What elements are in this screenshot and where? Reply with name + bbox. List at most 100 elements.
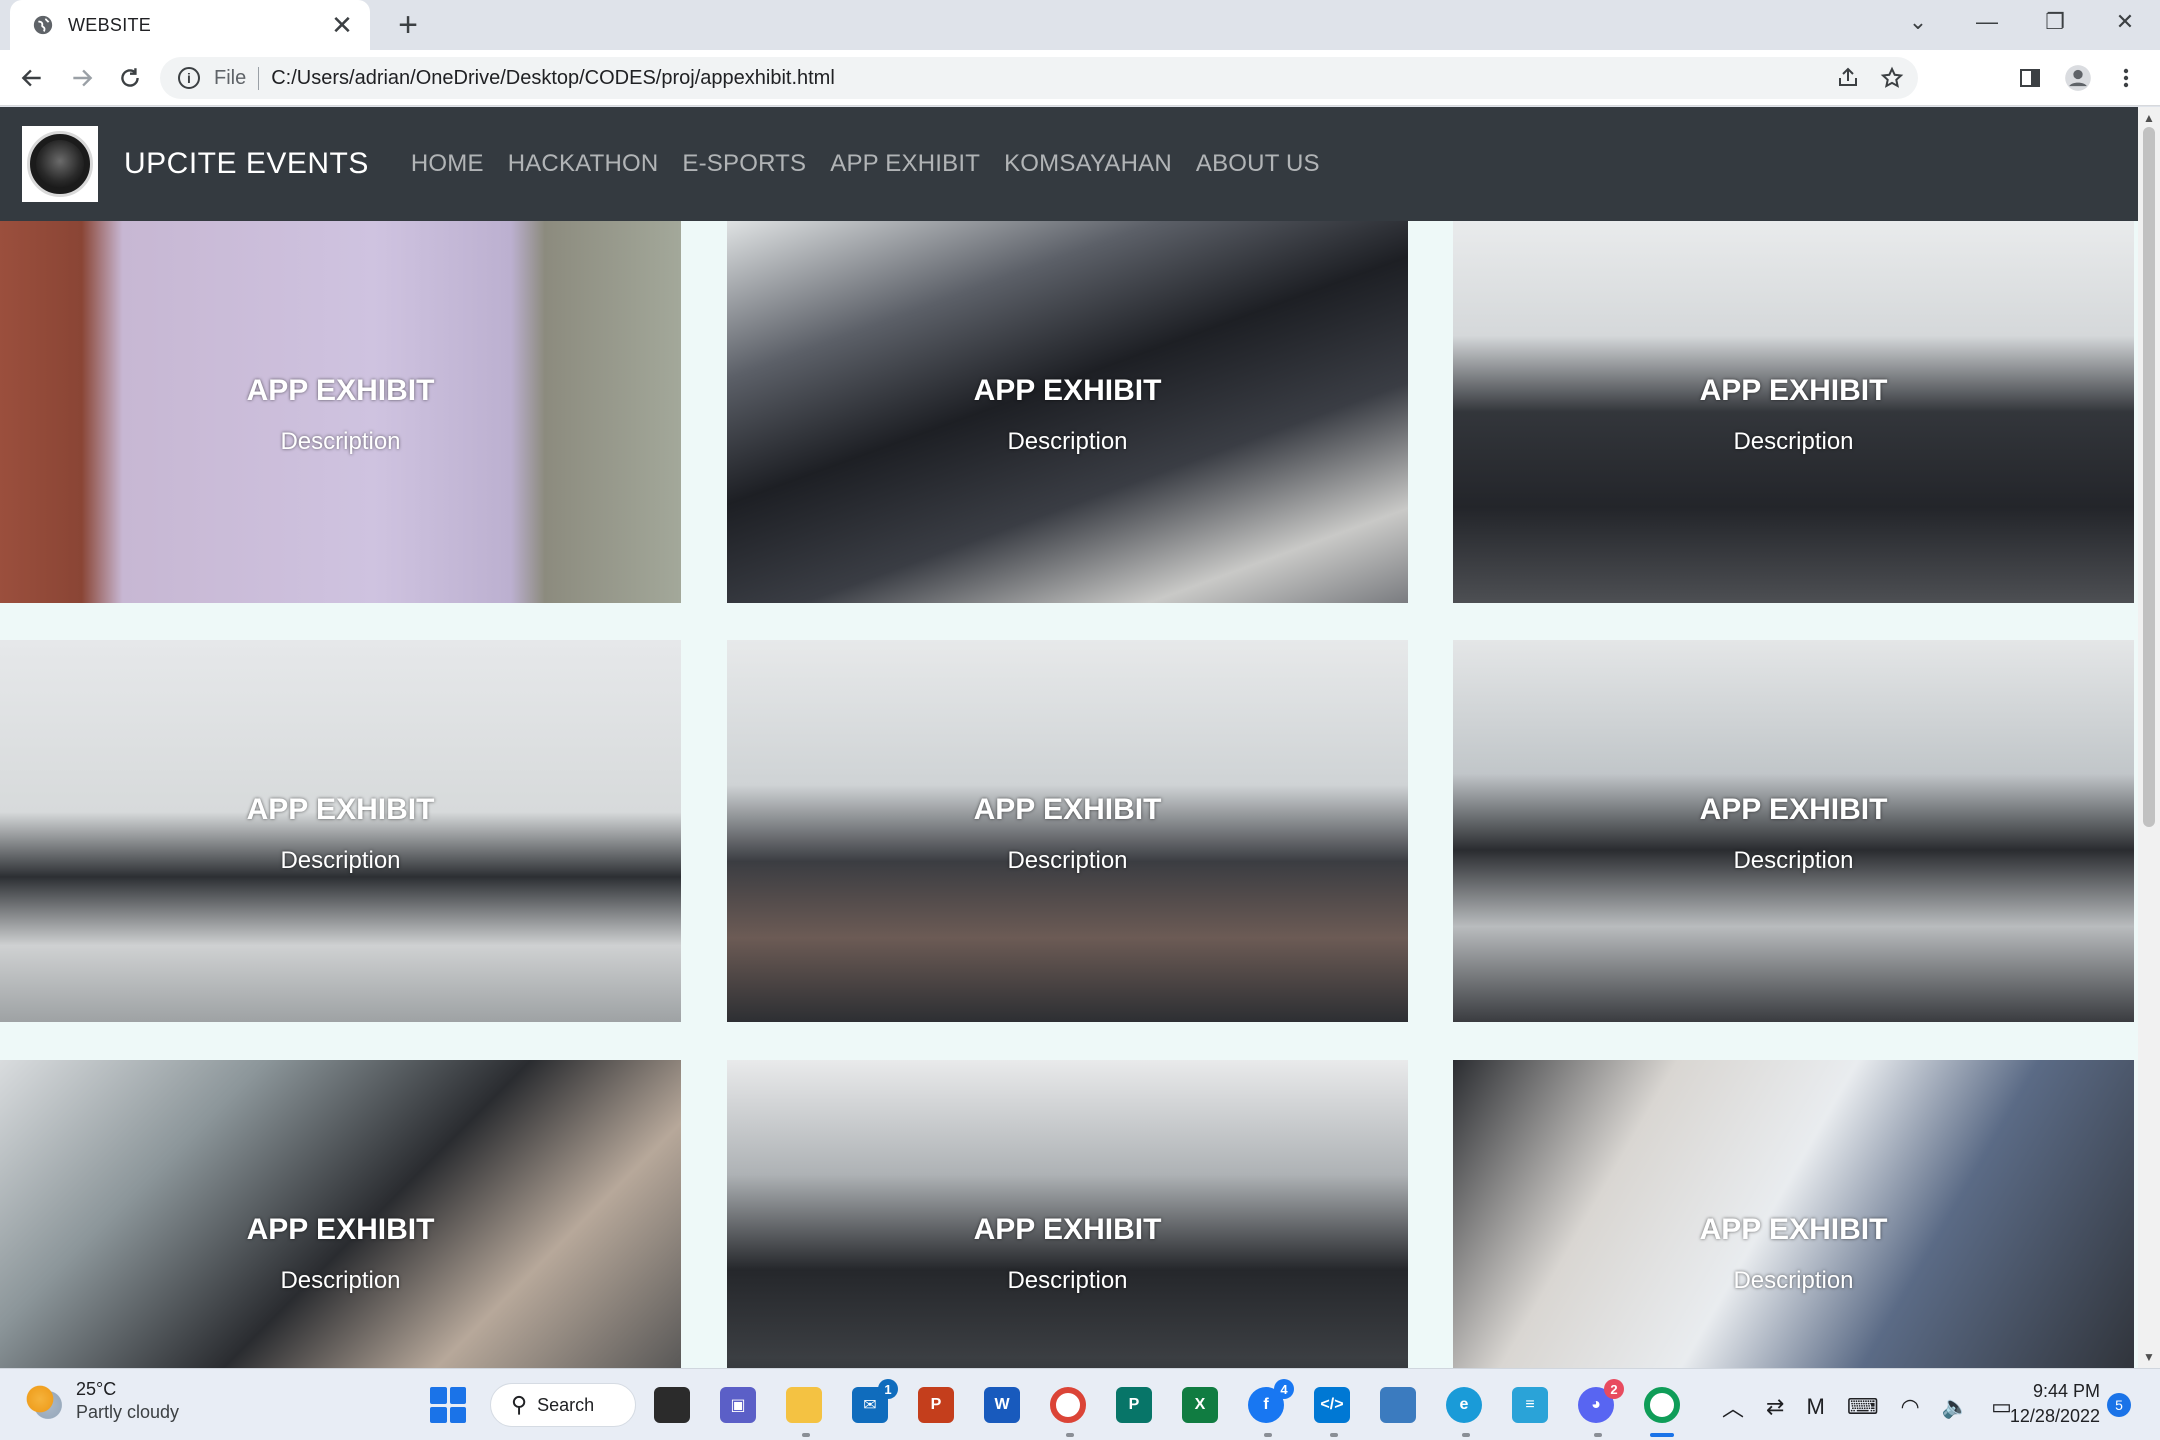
site-navbar: UPCITE EVENTS HOME HACKATHON E-SPORTS AP… [0,107,2138,221]
discord-badge: 2 [1604,1379,1624,1399]
card-title: APP EXHIBIT [973,1213,1162,1246]
scroll-thumb[interactable] [2143,127,2155,827]
terminal-app-icon[interactable] [1380,1387,1416,1423]
excel-icon[interactable]: X [1182,1387,1218,1423]
tab-search-icon[interactable]: ⌄ [1885,0,1951,44]
card-title: APP EXHIBIT [1699,374,1888,407]
minimize-button[interactable]: — [1954,0,2020,44]
tab-title: WEBSITE [68,14,152,35]
new-tab-button[interactable]: + [390,8,426,44]
active-indicator [1650,1433,1674,1437]
facebook-icon[interactable]: f 4 [1248,1379,1294,1423]
card-description: Description [1007,847,1128,874]
weather-widget[interactable]: 25°C Partly cloudy [24,1379,179,1423]
card-description: Description [280,847,401,874]
task-view-icon[interactable] [654,1387,690,1423]
card-description: Description [1733,1267,1854,1294]
nav-about-us[interactable]: ABOUT US [1196,150,1320,178]
word-icon[interactable]: W [984,1387,1020,1423]
mail-icon[interactable]: ✉ 1 [852,1379,898,1423]
running-indicator [1066,1433,1074,1437]
sync-arrows-icon[interactable]: ⇄ [1766,1394,1784,1420]
scroll-up-icon[interactable]: ▲ [2138,109,2160,127]
scroll-down-icon[interactable]: ▼ [2138,1348,2160,1366]
taskbar-clock[interactable]: 9:44 PM 12/28/2022 [2004,1381,2100,1427]
page-scrollbar[interactable]: ▲ ▼ [2138,107,2160,1368]
browser-tab-bar: WEBSITE ✕ + ⌄ — ❐ ✕ [0,0,2160,50]
globe-icon [33,15,53,35]
nav-hackathon[interactable]: HACKATHON [508,150,659,178]
running-indicator [1462,1433,1470,1437]
tab-close-icon[interactable]: ✕ [328,11,356,39]
notepad-icon[interactable]: ≡ [1512,1387,1548,1423]
publisher-icon[interactable]: P [1116,1387,1152,1423]
bookmark-star-icon[interactable] [1880,66,1904,90]
browser-toolbar: i File C:/Users/adrian/OneDrive/Desktop/… [0,50,2160,106]
volume-icon[interactable]: 🔈 [1942,1394,1969,1420]
search-icon: ⚲ [511,1392,528,1417]
start-windows-icon[interactable] [430,1387,466,1423]
chrome-icon[interactable] [1050,1387,1086,1423]
taskbar-search-label: Search [537,1394,595,1415]
running-indicator [1594,1433,1602,1437]
web-page: UPCITE EVENTS HOME HACKATHON E-SPORTS AP… [0,107,2138,1368]
running-indicator [1330,1433,1338,1437]
gallery-card[interactable]: APP EXHIBIT Description [0,640,681,1022]
gallery-card[interactable]: APP EXHIBIT Description [1453,640,2134,1022]
chrome-active-icon[interactable] [1644,1387,1680,1423]
back-icon[interactable] [14,60,50,96]
weather-temperature: 25°C [76,1379,117,1399]
card-title: APP EXHIBIT [246,793,435,826]
vscode-icon[interactable]: </> [1314,1387,1350,1423]
clock-time: 9:44 PM [2032,1381,2100,1401]
nav-komsayahan[interactable]: KOMSAYAHAN [1004,150,1172,178]
share-icon[interactable] [1836,66,1860,90]
card-title: APP EXHIBIT [1699,793,1888,826]
wifi-icon[interactable]: ◠ [1901,1394,1920,1420]
browser-tab[interactable]: WEBSITE ✕ [10,0,370,50]
card-description: Description [280,1267,401,1294]
profile-avatar-icon[interactable] [2060,60,2096,96]
url-text[interactable]: C:/Users/adrian/OneDrive/Desktop/CODES/p… [271,67,835,90]
close-window-button[interactable]: ✕ [2092,0,2158,44]
info-icon[interactable]: i [178,67,200,89]
gallery-card[interactable]: APP EXHIBIT Description [727,221,1408,603]
notification-badge[interactable]: 5 [2107,1393,2131,1417]
restore-button[interactable]: ❐ [2022,0,2088,44]
gmail-icon[interactable]: M [1806,1394,1824,1420]
gallery-card[interactable]: APP EXHIBIT Description [1453,221,2134,603]
powerpoint-icon[interactable]: P [918,1387,954,1423]
card-title: APP EXHIBIT [973,793,1162,826]
card-title: APP EXHIBIT [246,1213,435,1246]
gallery-card[interactable]: APP EXHIBIT Description [727,640,1408,1022]
edge-icon[interactable]: e [1446,1387,1482,1423]
brand-name[interactable]: UPCITE EVENTS [124,147,369,181]
forward-icon[interactable] [64,60,100,96]
card-title: APP EXHIBIT [973,374,1162,407]
running-indicator [802,1433,810,1437]
taskbar-search[interactable]: ⚲ Search [490,1383,636,1427]
chevron-up-icon[interactable]: ︿ [1722,1391,1744,1423]
keyboard-icon[interactable]: ⌨ [1847,1394,1879,1420]
card-description: Description [280,428,401,455]
gallery-card[interactable]: APP EXHIBIT Description [1453,1060,2134,1368]
nav-app-exhibit[interactable]: APP EXHIBIT [830,150,980,178]
nav-home[interactable]: HOME [411,150,484,178]
gallery-card[interactable]: APP EXHIBIT Description [0,1060,681,1368]
partly-cloudy-icon [24,1381,64,1421]
system-tray: ︿ ⇄ M ⌨ ◠ 🔈 ▭ [1722,1391,2012,1423]
card-description: Description [1007,428,1128,455]
teams-chat-icon[interactable]: ▣ [720,1387,756,1423]
site-logo[interactable] [22,126,98,202]
discord-icon[interactable]: ◕ 2 [1578,1379,1624,1423]
nav-esports[interactable]: E-SPORTS [682,150,806,178]
gallery-card[interactable]: APP EXHIBIT Description [727,1060,1408,1368]
card-description: Description [1007,1267,1128,1294]
address-bar[interactable]: i File C:/Users/adrian/OneDrive/Desktop/… [160,57,1918,99]
file-explorer-icon[interactable] [786,1387,822,1423]
reload-icon[interactable] [112,60,148,96]
gallery-card[interactable]: APP EXHIBIT Description [0,221,681,603]
menu-kebab-icon[interactable] [2108,60,2144,96]
side-panel-icon[interactable] [2012,60,2048,96]
facebook-badge: 4 [1274,1379,1294,1399]
